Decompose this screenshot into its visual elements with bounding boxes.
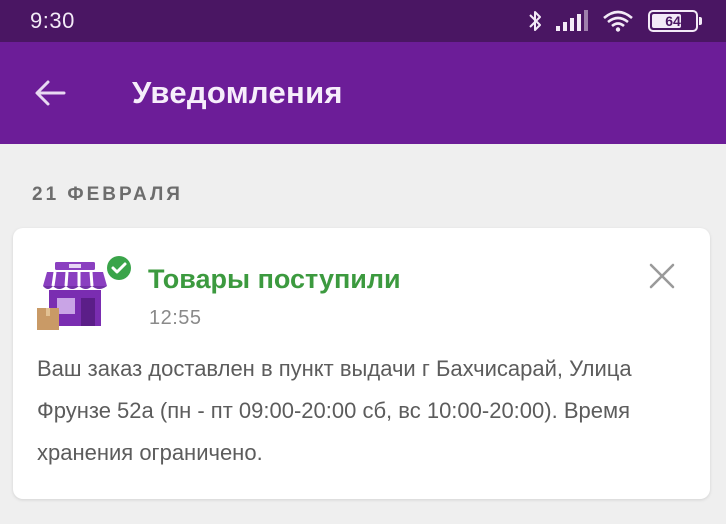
date-header: 21 ФЕВРАЛЯ [32,184,183,205]
notification-title: Товары поступили [148,264,401,294]
pickup-point-store-icon [37,256,133,334]
back-button[interactable] [20,63,80,123]
page-title: Уведомления [132,75,343,110]
notification-card[interactable]: Товары поступили 12:55 Ваш заказ доставл… [13,228,710,499]
close-icon [649,263,675,289]
battery-icon: 64 [648,10,702,32]
arrow-left-icon [35,80,66,106]
status-time: 9:30 [30,8,75,33]
status-icons: 64 [528,9,702,33]
wifi-icon [602,10,634,32]
notification-time: 12:55 [149,307,202,329]
app-bar: Уведомления [0,42,726,144]
bluetooth-icon [528,9,542,33]
battery-percent: 64 [665,13,681,29]
status-bar: 9:30 64 [0,0,726,42]
signal-icon [556,10,588,32]
dismiss-button[interactable] [644,258,680,294]
notification-body: Ваш заказ доставлен в пункт выдачи г Бах… [37,356,632,465]
